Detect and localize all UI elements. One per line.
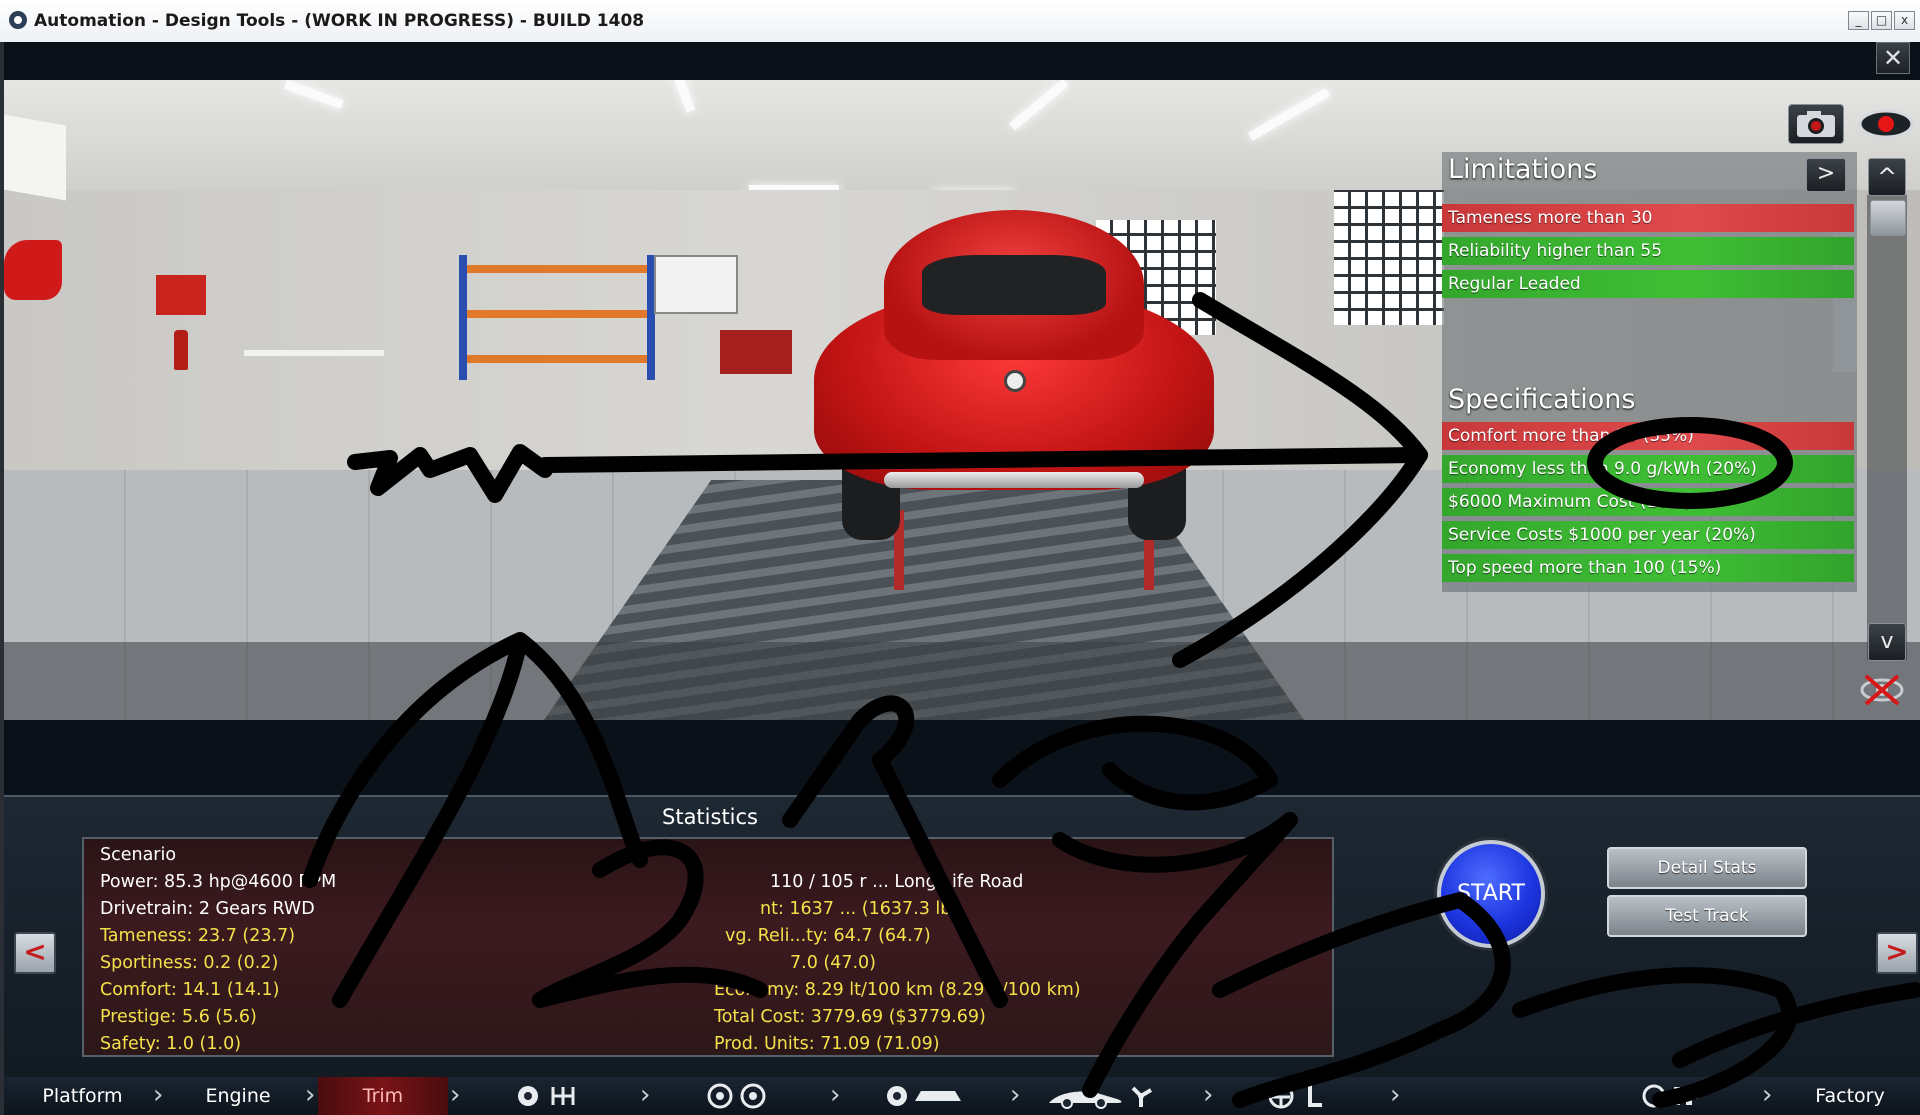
close-design-button[interactable]: ✕ — [1876, 42, 1910, 74]
tab-separator-chevron: › — [1203, 1080, 1214, 1110]
tab-separator-chevron: › — [640, 1080, 651, 1110]
specifications-list: Comfort more than 25 (35%) Economy less … — [1442, 422, 1857, 587]
limitation-item: Regular Leaded — [1442, 270, 1854, 298]
stat-left-line: Scenario — [100, 845, 177, 865]
eye-icon[interactable] — [1856, 104, 1916, 144]
specifications-title: Specifications — [1448, 384, 1636, 415]
camera-icon[interactable] — [1788, 104, 1844, 144]
window-close-button[interactable]: x — [1894, 11, 1915, 30]
garage-window — [1334, 190, 1444, 325]
car-rear-window — [922, 255, 1106, 315]
tab-separator-chevron: › — [830, 1080, 841, 1110]
maximize-button[interactable]: □ — [1871, 11, 1892, 30]
whiteboard — [654, 255, 738, 314]
app-icon — [9, 11, 27, 29]
stat-left-line: Safety: 1.0 (1.0) — [100, 1034, 242, 1054]
window-title-bar: Automation - Design Tools - (WORK IN PRO… — [0, 0, 1920, 43]
stat-left-line: Sportiness: 0.2 (0.2) — [100, 953, 279, 973]
hide-overlay-icon[interactable] — [1858, 670, 1906, 710]
car-bumper — [884, 472, 1144, 488]
specification-item: Economy less than 9.0 g/kWh (20%) — [1442, 455, 1854, 483]
limitation-item: Reliability higher than 55 — [1442, 237, 1854, 265]
workbench — [244, 350, 384, 356]
tool-cabinet — [720, 330, 792, 374]
car-model[interactable] — [804, 210, 1224, 590]
start-button[interactable]: START — [1437, 840, 1545, 948]
stat-right-line: Economy: 8.29 lt/100 km (8.29 lt/100 km) — [714, 980, 1081, 1000]
car-badge — [1004, 370, 1026, 392]
specification-item: $6000 Maximum Cost (10%) — [1442, 488, 1854, 516]
tab-factory[interactable]: Factory — [1780, 1077, 1920, 1115]
wheels-icon[interactable] — [705, 1083, 771, 1109]
tab-separator-chevron: › — [450, 1080, 461, 1110]
stat-left-line: Prestige: 5.6 (5.6) — [100, 1007, 257, 1027]
fire-extinguisher-sign — [156, 275, 206, 315]
tab-separator-chevron: › — [153, 1080, 164, 1110]
detail-stats-button[interactable]: Detail Stats — [1607, 847, 1807, 889]
stat-left-line: Tameness: 23.7 (23.7) — [100, 926, 296, 946]
tab-separator-chevron: › — [305, 1080, 316, 1110]
stat-right-line: Total Cost: 3779.69 ($3779.69) — [714, 1007, 986, 1027]
body-icon[interactable] — [885, 1083, 965, 1109]
limitations-list: Tameness more than 30 Reliability higher… — [1442, 204, 1857, 372]
scroll-thumb[interactable] — [1870, 200, 1906, 236]
stat-left-line: Drivetrain: 2 Gears RWD — [100, 899, 315, 919]
minimize-button[interactable]: _ — [1848, 11, 1869, 30]
stat-right-line: nt: 1637 ... (1637.3 lb) — [760, 899, 959, 919]
tab-platform[interactable]: Platform — [10, 1077, 155, 1115]
gearbox-icon[interactable] — [515, 1083, 585, 1109]
statistics-title: Statistics — [662, 805, 758, 829]
stat-left-line: Power: 85.3 hp@4600 RPM — [100, 872, 337, 892]
tab-separator-chevron: › — [1010, 1080, 1021, 1110]
tab-separator-chevron: › — [1390, 1080, 1401, 1110]
next-arrow-button[interactable]: > — [1876, 932, 1918, 974]
scroll-up-button[interactable]: ^ — [1868, 158, 1906, 196]
tab-separator-chevron: › — [1762, 1080, 1773, 1110]
stat-right-line: 110 / 105 r ... Long Life Road — [770, 872, 1024, 892]
interior-icon[interactable] — [1268, 1083, 1338, 1109]
wall-poster — [4, 114, 66, 201]
prev-arrow-button[interactable]: < — [14, 932, 56, 974]
race-flag-icon[interactable] — [1640, 1083, 1720, 1109]
requirements-panel: Limitations > Tameness more than 30 Reli… — [1442, 152, 1857, 592]
fire-extinguisher — [174, 330, 188, 370]
tab-trim[interactable]: Trim — [318, 1077, 448, 1115]
stat-left-line: Comfort: 14.1 (14.1) — [100, 980, 280, 1000]
specification-item: Service Costs $1000 per year (20%) — [1442, 521, 1854, 549]
shelving-unit — [459, 255, 655, 380]
car-aero-icon[interactable] — [1045, 1083, 1155, 1109]
test-track-button[interactable]: Test Track — [1607, 895, 1807, 937]
stat-right-line: vg. Reli...ty: 64.7 (64.7) — [725, 926, 931, 946]
limitations-title: Limitations — [1448, 154, 1598, 185]
car-lift — [894, 510, 1154, 590]
limitation-item: Tameness more than 30 — [1442, 204, 1854, 232]
specification-item: Comfort more than 25 (35%) — [1442, 422, 1854, 450]
model-car — [4, 240, 62, 300]
limitations-next-button[interactable]: > — [1806, 158, 1846, 192]
statistics-box — [82, 837, 1334, 1057]
panel-scrolltrack[interactable] — [1867, 195, 1907, 660]
tab-engine[interactable]: Engine — [168, 1077, 308, 1115]
stat-right-line: 7.0 (47.0) — [790, 953, 877, 973]
stat-right-line: Prod. Units: 71.09 (71.09) — [714, 1034, 940, 1054]
window-title: Automation - Design Tools - (WORK IN PRO… — [34, 11, 645, 31]
scroll-down-button[interactable]: v — [1868, 623, 1906, 661]
floor-shade — [4, 642, 1920, 720]
specification-item: Top speed more than 100 (15%) — [1442, 554, 1854, 582]
